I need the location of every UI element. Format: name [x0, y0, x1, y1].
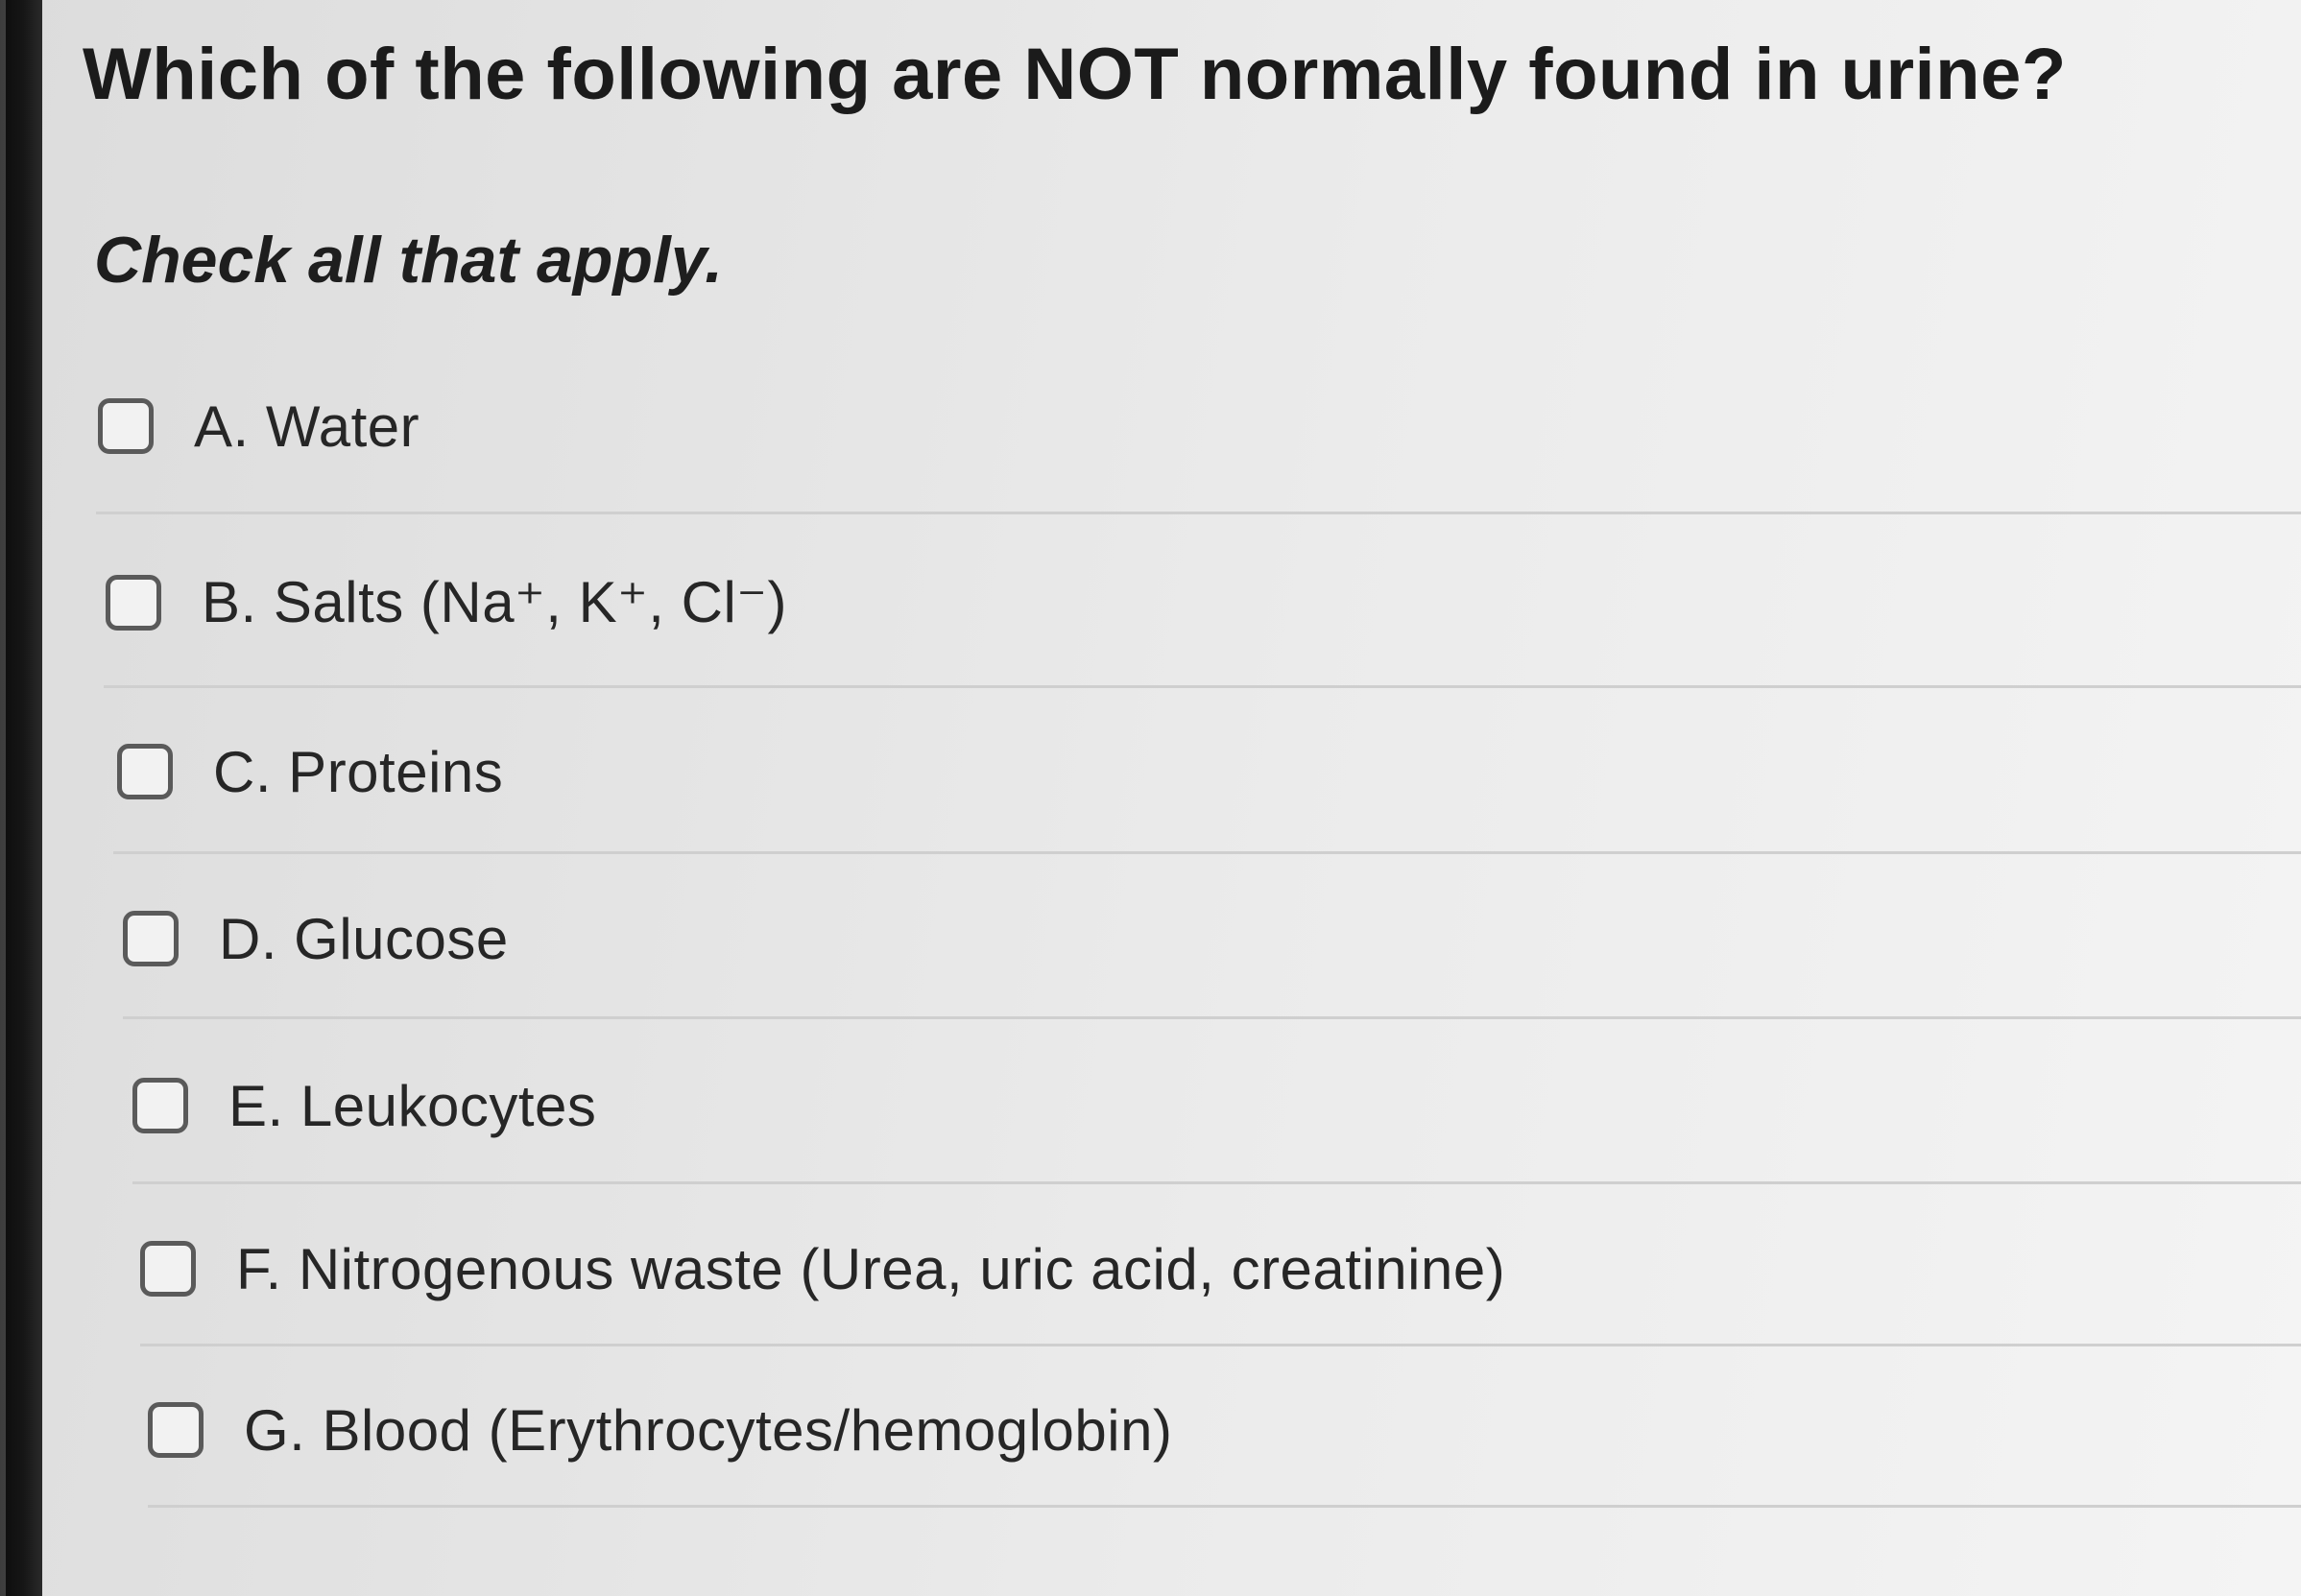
divider: [140, 1344, 2301, 1346]
quiz-screen: Which of the following are NOT normally …: [0, 0, 2301, 1596]
checkbox-b[interactable]: [106, 575, 161, 631]
divider: [104, 685, 2301, 688]
checkbox-c[interactable]: [117, 744, 173, 799]
checkbox-a[interactable]: [98, 398, 154, 454]
question-text: Which of the following are NOT normally …: [83, 34, 2067, 115]
divider: [148, 1505, 2301, 1508]
option-a-label: A. Water: [194, 393, 420, 459]
divider: [132, 1181, 2301, 1184]
checkbox-f[interactable]: [140, 1241, 196, 1297]
option-e-label: E. Leukocytes: [228, 1073, 597, 1138]
option-g-label: G. Blood (Erythrocytes/hemoglobin): [244, 1397, 1173, 1463]
option-e[interactable]: E. Leukocytes: [132, 1053, 596, 1158]
instruction-text: Check all that apply.: [94, 224, 723, 297]
option-c[interactable]: C. Proteins: [117, 719, 503, 824]
option-f[interactable]: F. Nitrogenous waste (Urea, uric acid, c…: [140, 1216, 1505, 1322]
checkbox-d[interactable]: [123, 911, 179, 966]
monitor-bezel: [0, 0, 42, 1596]
divider: [113, 851, 2301, 854]
checkbox-e[interactable]: [132, 1078, 188, 1133]
option-d[interactable]: D. Glucose: [123, 886, 509, 991]
divider: [123, 1016, 2301, 1019]
checkbox-g[interactable]: [148, 1402, 204, 1458]
option-g[interactable]: G. Blood (Erythrocytes/hemoglobin): [148, 1377, 1172, 1483]
option-b-label: B. Salts (Na⁺, K⁺, Cl⁻): [202, 570, 787, 634]
option-f-label: F. Nitrogenous waste (Urea, uric acid, c…: [236, 1236, 1506, 1301]
divider: [96, 512, 2301, 514]
option-d-label: D. Glucose: [219, 906, 509, 971]
bezel-edge: [0, 0, 6, 1596]
option-c-label: C. Proteins: [213, 739, 504, 804]
option-a[interactable]: A. Water: [98, 373, 419, 479]
option-b[interactable]: B. Salts (Na⁺, K⁺, Cl⁻): [106, 550, 787, 655]
